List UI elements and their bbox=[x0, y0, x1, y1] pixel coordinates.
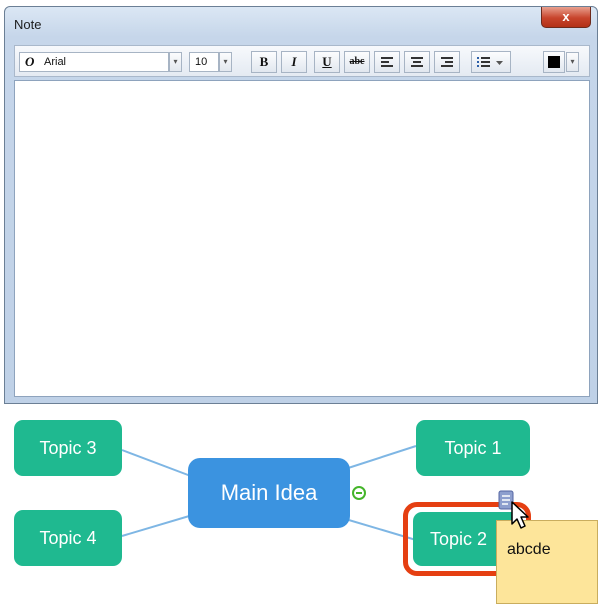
formatting-toolbar: O Arial ▾ 10 ▾ B I U abc ▾ bbox=[14, 45, 590, 77]
note-window: Note x O Arial ▾ 10 ▾ B I U abc ▾ bbox=[4, 6, 598, 404]
topic-3-node[interactable]: Topic 3 bbox=[14, 420, 122, 476]
bold-button[interactable]: B bbox=[251, 51, 277, 73]
font-family-dropdown-button[interactable]: ▾ bbox=[169, 52, 182, 72]
bold-label: B bbox=[259, 54, 269, 69]
topic-1-label: Topic 1 bbox=[444, 438, 502, 458]
topic-3-label: Topic 3 bbox=[39, 438, 97, 458]
bullet-list-icon bbox=[477, 57, 503, 67]
font-size-dropdown-button[interactable]: ▾ bbox=[219, 52, 232, 72]
font-size-value: 10 bbox=[195, 56, 208, 68]
strikethrough-button[interactable]: abc bbox=[344, 51, 370, 73]
window-title: Note bbox=[14, 17, 42, 32]
strikethrough-label: abc bbox=[349, 56, 365, 67]
text-color-button[interactable] bbox=[543, 51, 565, 73]
align-right-icon bbox=[441, 57, 453, 67]
main-idea-node[interactable]: Main Idea bbox=[188, 458, 350, 528]
close-button[interactable]: x bbox=[541, 7, 591, 28]
font-size-select[interactable]: 10 bbox=[189, 52, 219, 72]
note-tooltip-text: abcde bbox=[507, 541, 551, 558]
bullet-list-button[interactable] bbox=[471, 51, 511, 73]
collapse-icon[interactable] bbox=[352, 486, 366, 500]
align-left-button[interactable] bbox=[374, 51, 400, 73]
text-color-dropdown-button[interactable]: ▾ bbox=[566, 52, 579, 72]
topic-4-node[interactable]: Topic 4 bbox=[14, 510, 122, 566]
underline-button[interactable]: U bbox=[314, 51, 340, 73]
note-editor[interactable] bbox=[14, 80, 590, 397]
align-left-icon bbox=[381, 57, 393, 67]
italic-label: I bbox=[291, 54, 297, 69]
topic-4-label: Topic 4 bbox=[39, 528, 97, 548]
underline-label: U bbox=[322, 54, 332, 69]
font-icon: O bbox=[25, 54, 35, 69]
align-center-icon bbox=[411, 57, 423, 67]
font-family-select[interactable]: O Arial bbox=[19, 52, 169, 72]
note-tooltip: abcde bbox=[496, 520, 598, 604]
color-swatch-icon bbox=[548, 56, 560, 68]
align-center-button[interactable] bbox=[404, 51, 430, 73]
topic-2-label: Topic 2 bbox=[430, 529, 488, 549]
mouse-cursor-icon bbox=[511, 501, 529, 529]
italic-button[interactable]: I bbox=[281, 51, 307, 73]
align-right-button[interactable] bbox=[434, 51, 460, 73]
font-family-value: Arial bbox=[44, 56, 67, 68]
main-idea-label: Main Idea bbox=[220, 480, 318, 505]
topic-1-node[interactable]: Topic 1 bbox=[416, 420, 530, 476]
